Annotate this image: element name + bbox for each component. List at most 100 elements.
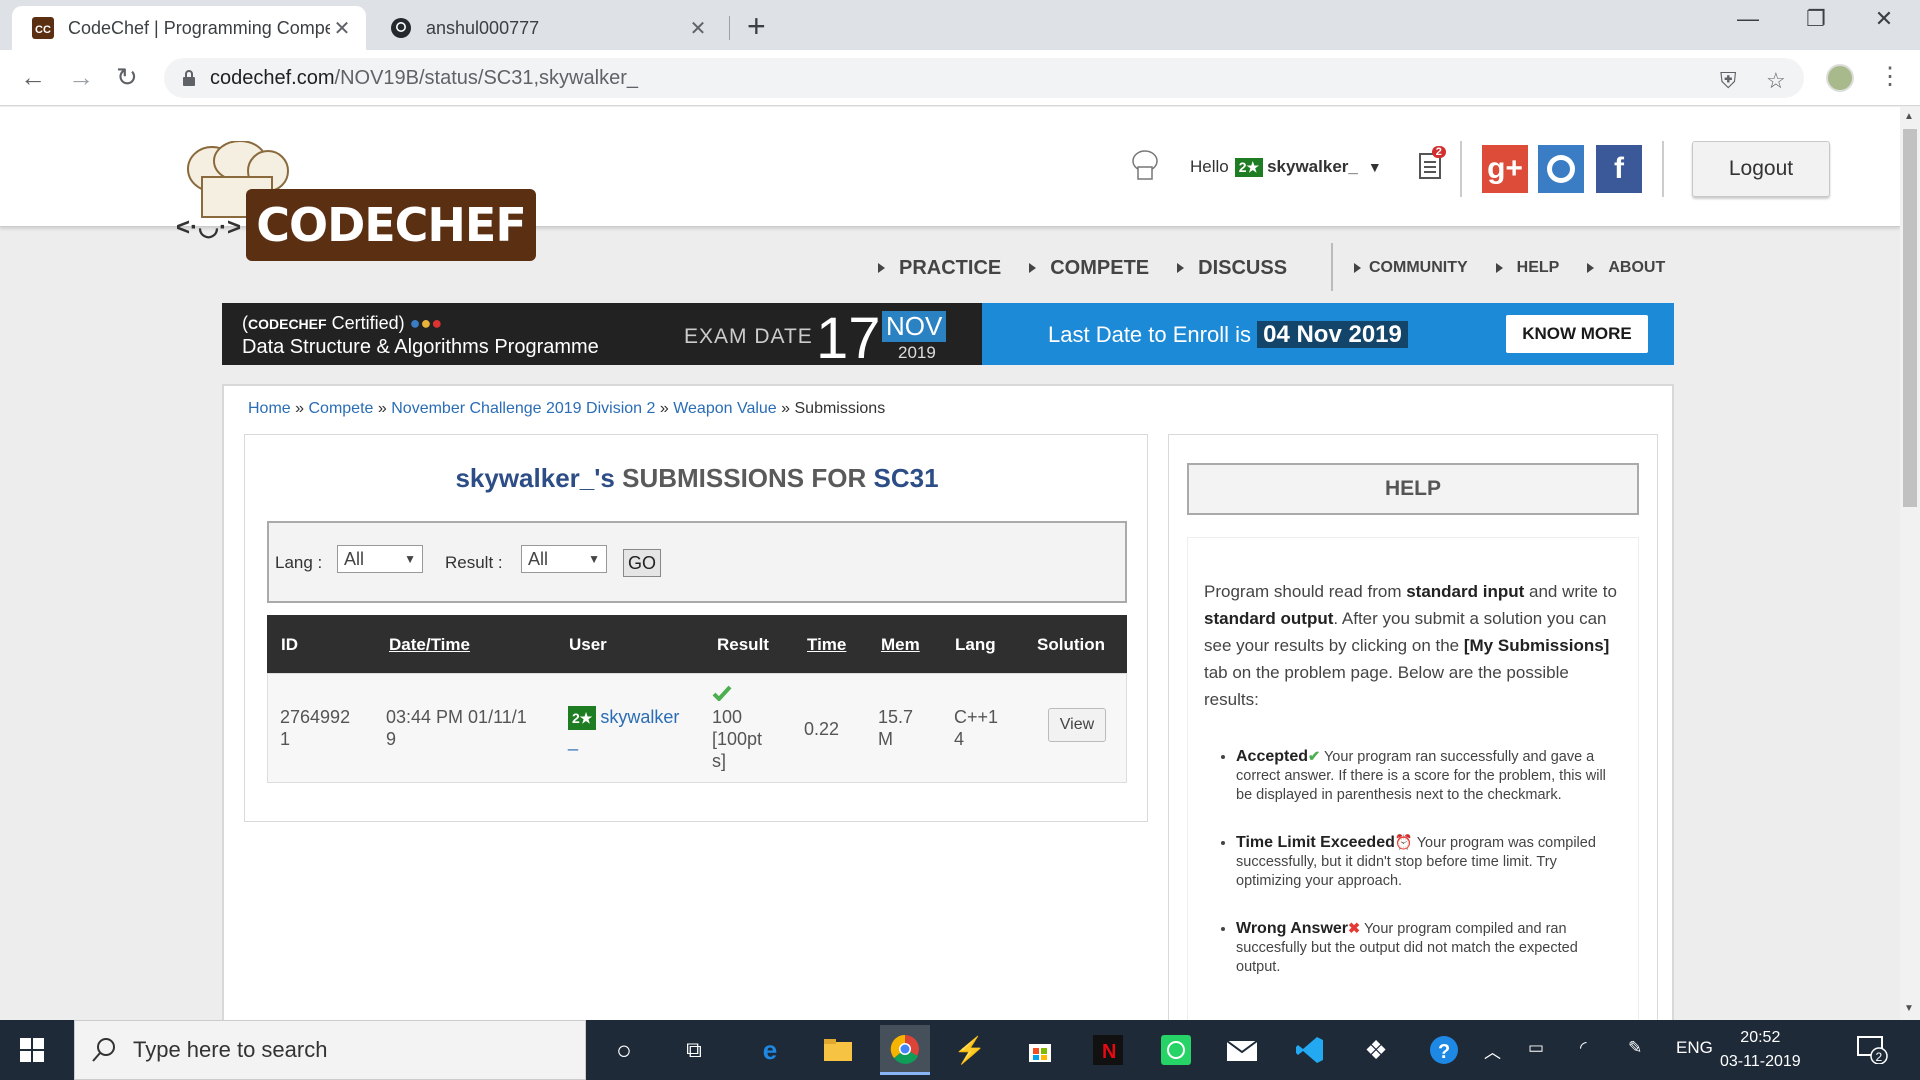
col-datetime[interactable]: Date/Time [389, 635, 470, 655]
header-divider [1460, 141, 1462, 197]
cell-mem: 15.7 M [878, 706, 913, 750]
col-user: User [569, 635, 607, 654]
google-plus-icon[interactable]: g+ [1482, 145, 1528, 193]
list-item: Accepted✔ Your program ran successfully … [1236, 747, 1622, 805]
chrome-icon[interactable] [880, 1025, 930, 1075]
dropdown-caret-icon[interactable]: ▼ [1368, 159, 1382, 175]
facebook-icon[interactable]: f [1596, 145, 1642, 193]
help-text: Program should read from [1204, 582, 1402, 601]
new-tab-plus-icon[interactable]: + [747, 8, 766, 45]
user-link[interactable]: skywalker [600, 707, 679, 727]
col-time[interactable]: Time [807, 635, 846, 655]
svg-text:CC: CC [35, 24, 51, 36]
col-mem[interactable]: Mem [881, 635, 920, 655]
logo-wordmark: CODECHEF [246, 189, 536, 261]
github-social-icon[interactable] [1538, 145, 1584, 193]
language-indicator[interactable]: ENG [1676, 1038, 1713, 1058]
checkmark-icon [712, 684, 762, 706]
incognito-shield-icon[interactable]: ⛨ [1720, 68, 1737, 94]
reload-icon[interactable]: ↻ [116, 62, 138, 93]
breadcrumb-current: Submissions [794, 400, 886, 417]
lang-line: C++1 [954, 707, 999, 727]
help-icon[interactable]: ? [1424, 1030, 1464, 1070]
id-line: 2764992 [280, 707, 351, 727]
restore-icon[interactable]: ❐ [1796, 6, 1836, 32]
store-icon[interactable] [1020, 1030, 1060, 1070]
clock[interactable]: 20:52 03-11-2019 [1720, 1026, 1801, 1074]
action-center-icon[interactable]: 2 [1856, 1034, 1888, 1069]
help-intro: Program should read from standard input … [1204, 578, 1622, 713]
know-more-button[interactable]: KNOW MORE [1506, 315, 1648, 353]
close-window-icon[interactable]: ✕ [1864, 6, 1904, 32]
breadcrumb-contest[interactable]: November Challenge 2019 Division 2 [391, 400, 655, 417]
dsa-programme-banner[interactable]: (CODECHEF Certified) ●●● Data Structure … [222, 303, 1674, 371]
exam-month: NOV [882, 311, 947, 342]
battery-icon[interactable]: ▭ [1528, 1038, 1544, 1058]
exam-date-label: EXAM DATE [684, 325, 813, 348]
view-solution-button[interactable]: View [1048, 708, 1106, 742]
nav-practice[interactable]: PRACTICE [878, 257, 1001, 280]
codechef-logo[interactable]: <·◡·> CODECHEF [172, 141, 542, 271]
minimize-icon[interactable]: — [1728, 6, 1768, 32]
breadcrumb-compete[interactable]: Compete [309, 400, 374, 417]
back-arrow-icon[interactable]: ← [20, 62, 46, 93]
file-explorer-icon[interactable] [818, 1030, 858, 1070]
address-bar[interactable]: codechef.com/NOV19B/status/SC31,skywalke… [164, 58, 1804, 98]
taskbar-search[interactable]: Type here to search [74, 1020, 586, 1080]
lightning-app-icon[interactable]: ⚡ [950, 1030, 990, 1070]
bookmark-star-icon[interactable]: ☆ [1766, 68, 1786, 94]
checkmark-icon: ✔ [1308, 749, 1321, 765]
breadcrumb-separator: » [295, 400, 305, 417]
wifi-icon[interactable]: ◜ [1580, 1038, 1587, 1058]
cortana-icon[interactable]: ○ [604, 1030, 644, 1070]
breadcrumb-problem[interactable]: Weapon Value [673, 400, 776, 417]
result-select[interactable]: All ▼ [521, 545, 607, 573]
scrollbar-thumb[interactable] [1903, 129, 1917, 507]
menu-kebab-icon[interactable]: ⋮ [1878, 62, 1902, 91]
go-button[interactable]: GO [623, 549, 661, 577]
forward-arrow-icon[interactable]: → [68, 62, 94, 93]
submissions-table-header: ID Date/Time User Result Time Mem Lang S… [267, 615, 1127, 673]
result-label: Result : [445, 553, 503, 572]
nav-compete[interactable]: COMPETE [1029, 257, 1149, 280]
breadcrumb-home[interactable]: Home [248, 400, 291, 417]
cell-datetime: 03:44 PM 01/11/1 9 [386, 706, 527, 750]
col-lang: Lang [955, 635, 996, 654]
tab-codechef[interactable]: CC CodeChef | Programming Compe ✕ [12, 6, 366, 50]
close-tab-icon[interactable]: ✕ [686, 16, 710, 41]
enroll-date: 04 Nov 2019 [1257, 321, 1408, 348]
windows-start-icon[interactable] [20, 1038, 44, 1062]
help-text: tab on the problem page. Below are the p… [1204, 663, 1569, 709]
nav-community[interactable]: COMMUNITY [1354, 259, 1468, 277]
nav-help[interactable]: HELP [1495, 259, 1559, 277]
lang-select[interactable]: All ▼ [337, 545, 423, 573]
profile-avatar[interactable] [1826, 64, 1854, 92]
logout-button[interactable]: Logout [1692, 141, 1830, 197]
nav-about[interactable]: ABOUT [1587, 259, 1665, 277]
user-greeting[interactable]: Hello 2★ skywalker_ ▼ 2 [1130, 145, 1446, 187]
tab-github[interactable]: anshul000777 ✕ [370, 6, 722, 50]
scroll-down-icon[interactable]: ▼ [1904, 1003, 1914, 1014]
tray-chevron-up-icon[interactable]: ︿ [1484, 1038, 1501, 1063]
nav-discuss[interactable]: DISCUSS [1177, 257, 1287, 280]
edge-icon[interactable]: e [750, 1030, 790, 1070]
dropbox-icon[interactable]: ❖ [1356, 1030, 1396, 1070]
banner-certified-text: Certified [331, 313, 399, 333]
pen-icon[interactable]: ✎ [1628, 1038, 1642, 1058]
nav-label: ABOUT [1608, 259, 1666, 276]
notifications-icon[interactable]: 2 [1418, 145, 1446, 185]
whatsapp-icon[interactable] [1156, 1030, 1196, 1070]
rating-badge: 2★ [568, 706, 597, 730]
cell-user[interactable]: 2★ skywalker _ [568, 706, 679, 752]
exam-day: 17 [816, 306, 881, 371]
close-tab-icon[interactable]: ✕ [330, 16, 354, 41]
netflix-icon[interactable]: N [1088, 1030, 1128, 1070]
vscode-icon[interactable] [1290, 1030, 1330, 1070]
scroll-up-icon[interactable]: ▲ [1904, 111, 1914, 122]
task-view-icon[interactable]: ⧉ [674, 1030, 714, 1070]
windows-taskbar: Type here to search ○ ⧉ e ⚡ N ❖ ? ︿ ▭ ◜ … [0, 1020, 1920, 1080]
page-scrollbar[interactable]: ▲ ▼ [1900, 107, 1920, 1020]
mail-icon[interactable] [1222, 1030, 1262, 1070]
help-body: Program should read from standard input … [1187, 537, 1639, 1020]
triangle-right-icon [1495, 263, 1503, 273]
